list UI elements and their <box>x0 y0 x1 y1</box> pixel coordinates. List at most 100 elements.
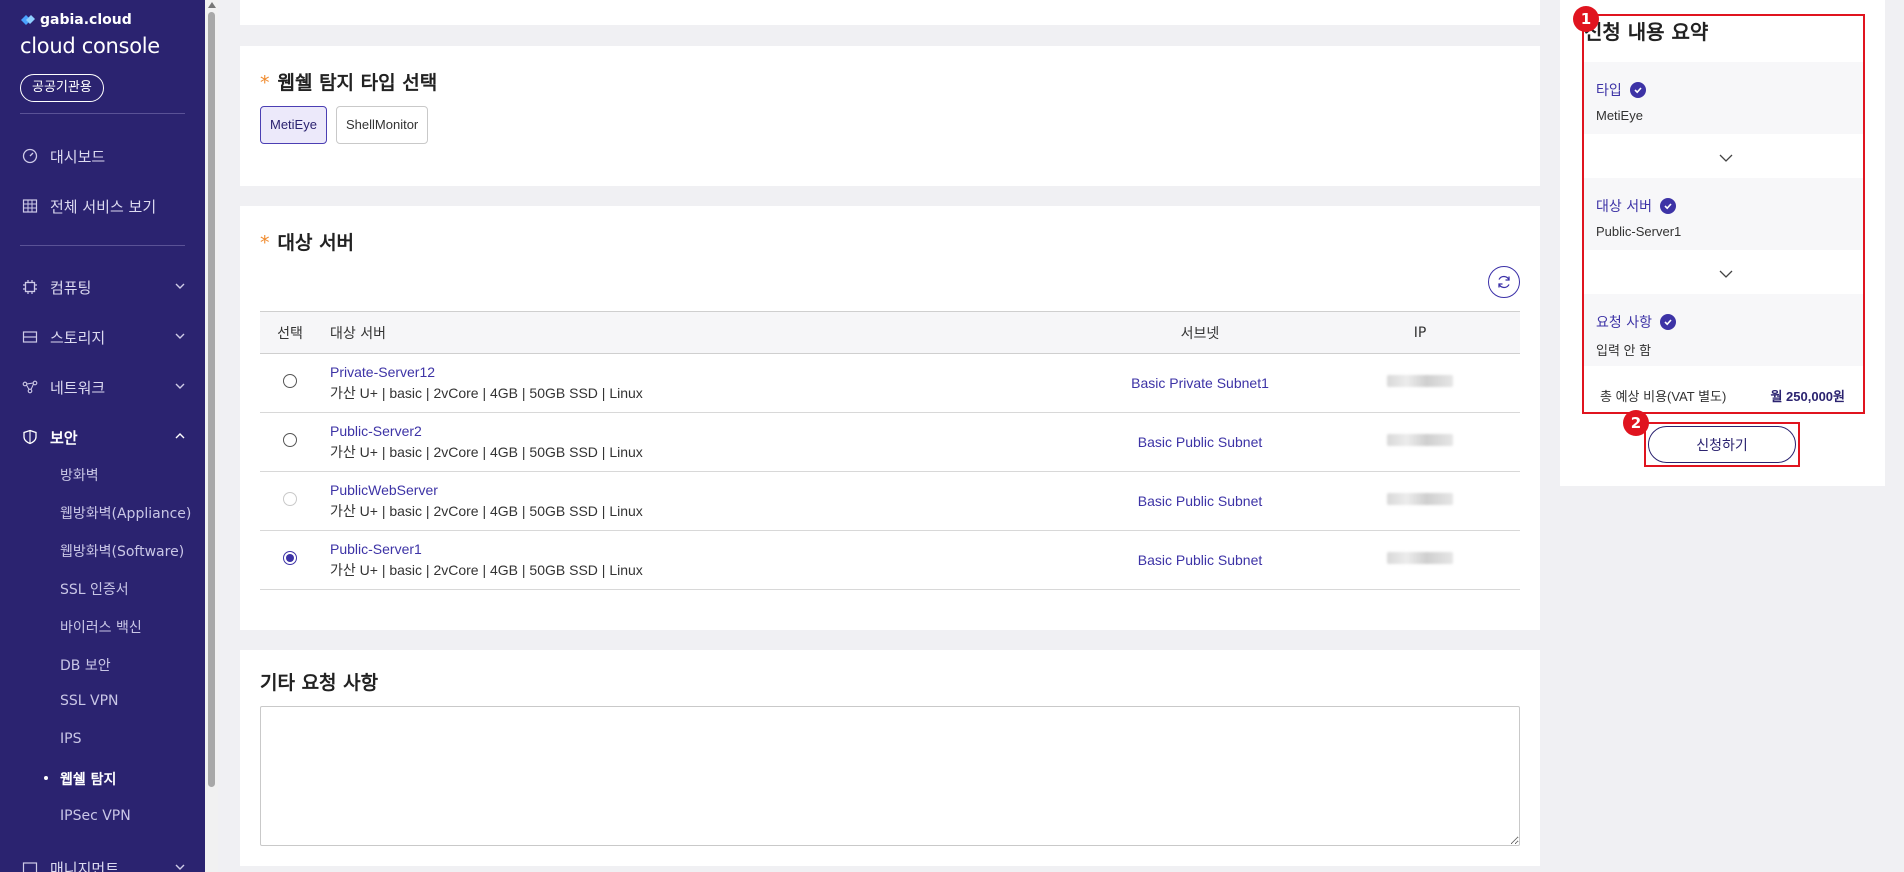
sidebar-item-dashboard[interactable]: 대시보드 <box>22 144 187 168</box>
section-title: * 웹쉘 탐지 타입 선택 <box>260 68 437 95</box>
column-header-subnet: 서브넷 <box>1080 311 1320 354</box>
table-row[interactable]: Public-Server2 가산 U+ | basic | 2vCore | 4… <box>260 412 1520 472</box>
annotation-marker-2: 2 <box>1623 410 1649 436</box>
server-name[interactable]: Public-Server1 <box>330 541 1080 557</box>
chevron-down-icon[interactable] <box>1718 268 1734 280</box>
section-title: 기타 요청 사항 <box>260 672 379 694</box>
sidebar-subitem-firewall[interactable]: 방화벽 <box>60 465 99 485</box>
sidebar-item-management[interactable]: 매니지먼트 <box>22 856 187 872</box>
type-option-metieye[interactable]: MetiEye <box>260 106 327 144</box>
table-row[interactable]: Private-Server12 가산 U+ | basic | 2vCore |… <box>260 353 1520 413</box>
refresh-icon <box>1498 275 1510 289</box>
summary-panel: 신청 내용 요약 타입 MetiEye 대상 서버 Public-Server1… <box>1560 0 1885 486</box>
section-title-text: 대상 서버 <box>277 232 355 254</box>
webshell-type-card: * 웹쉘 탐지 타입 선택 MetiEye ShellMonitor <box>240 46 1540 186</box>
chevron-down-icon <box>175 383 185 389</box>
server-subnet: Basic Public Subnet <box>1137 551 1263 568</box>
server-subnet: Basic Public Subnet <box>1137 492 1263 509</box>
server-table: 선택 대상 서버 서브넷 IP Private-Server12 가산 U+ | … <box>260 311 1520 590</box>
storage-icon <box>22 331 38 343</box>
sidebar-divider <box>20 113 185 114</box>
network-icon <box>22 380 38 394</box>
ip-redacted <box>1387 552 1453 564</box>
sidebar-subitem-antivirus[interactable]: 바이러스 백신 <box>60 617 142 637</box>
other-requests-card: 기타 요청 사항 <box>240 650 1540 866</box>
annotation-marker-1: 1 <box>1573 6 1599 32</box>
sidebar-subitem-db-security[interactable]: DB 보안 <box>60 655 111 675</box>
grid-icon <box>22 199 38 213</box>
ip-redacted <box>1387 493 1453 505</box>
sidebar-item-label: 전체 서비스 보기 <box>50 197 157 216</box>
scroll-thumb[interactable] <box>208 12 215 787</box>
apply-button[interactable]: 신청하기 <box>1648 426 1796 463</box>
sidebar-item-security[interactable]: 보안 <box>22 425 187 449</box>
chevron-down-icon[interactable] <box>1718 152 1734 164</box>
column-header-ip: IP <box>1320 311 1520 354</box>
sidebar-item-label: 대시보드 <box>50 147 106 166</box>
sidebar-subitem-ips[interactable]: IPS <box>60 731 81 747</box>
table-row: PublicWebServer 가산 U+ | basic | 2vCore | … <box>260 471 1520 531</box>
sidebar-item-computing[interactable]: 컴퓨팅 <box>22 275 187 299</box>
sidebar-item-label: 네트워크 <box>50 378 106 397</box>
sidebar-subitem-ipsec-vpn[interactable]: IPSec VPN <box>60 808 131 824</box>
sidebar-subitem-ssl-cert[interactable]: SSL 인증서 <box>60 579 129 599</box>
server-radio[interactable] <box>283 433 297 447</box>
scroll-up-arrow-icon[interactable] <box>208 2 216 8</box>
brand-title: cloud console <box>20 34 160 58</box>
summary-value: MetiEye <box>1596 108 1643 123</box>
previous-section-card <box>240 0 1540 25</box>
sidebar-item-all-services[interactable]: 전체 서비스 보기 <box>22 194 187 218</box>
summary-title: 신청 내용 요약 <box>1584 20 1709 44</box>
sidebar-item-network[interactable]: 네트워크 <box>22 375 187 399</box>
sidebar-item-label: 매니지먼트 <box>50 859 120 872</box>
chevron-down-icon <box>175 864 185 870</box>
sidebar-subitem-ssl-vpn[interactable]: SSL VPN <box>60 693 119 709</box>
refresh-button[interactable] <box>1488 266 1520 298</box>
ip-redacted <box>1387 375 1453 387</box>
type-option-shellmonitor[interactable]: ShellMonitor <box>336 106 429 144</box>
server-subnet: Basic Private Subnet1 <box>1131 374 1269 391</box>
brand-logo[interactable]: gabia.cloud <box>20 12 132 28</box>
chevron-down-icon <box>175 283 185 289</box>
public-badge[interactable]: 공공기관용 <box>20 74 104 102</box>
server-spec: 가산 U+ | basic | 2vCore | 4GB | 50GB SSD … <box>330 384 643 401</box>
shield-icon <box>23 429 37 445</box>
server-radio <box>283 492 297 506</box>
check-icon <box>1659 314 1676 330</box>
estimated-cost-label: 총 예상 비용(VAT 별도) <box>1600 389 1727 404</box>
server-name[interactable]: Private-Server12 <box>330 364 1080 380</box>
server-radio[interactable] <box>283 551 297 565</box>
server-subnet: Basic Public Subnet <box>1137 433 1263 450</box>
section-title-text: 웹쉘 탐지 타입 선택 <box>277 72 438 94</box>
chevron-up-icon <box>175 433 185 439</box>
summary-section-server: 대상 서버 Public-Server1 <box>1584 178 1863 250</box>
sidebar-item-storage[interactable]: 스토리지 <box>22 325 187 349</box>
summary-label: 타입 <box>1596 83 1622 99</box>
column-header-select: 선택 <box>260 311 320 354</box>
server-radio[interactable] <box>283 374 297 388</box>
summary-value: Public-Server1 <box>1596 224 1682 239</box>
management-icon <box>22 862 38 872</box>
server-spec: 가산 U+ | basic | 2vCore | 4GB | 50GB SSD … <box>330 561 643 578</box>
apply-highlight-box: 신청하기 <box>1644 422 1800 467</box>
check-icon <box>1659 198 1676 214</box>
server-spec: 가산 U+ | basic | 2vCore | 4GB | 50GB SSD … <box>330 443 643 460</box>
table-row[interactable]: Public-Server1 가산 U+ | basic | 2vCore | 4… <box>260 530 1520 590</box>
estimated-cost-value: 월 250,000원 <box>1770 389 1845 404</box>
sidebar-item-label: 스토리지 <box>50 328 106 347</box>
sidebar-subitem-waf-software[interactable]: 웹방화벽(Software) <box>60 541 184 561</box>
summary-label: 대상 서버 <box>1596 199 1652 215</box>
sidebar: gabia.cloud cloud console 공공기관용 대시보드 전체 … <box>0 0 205 872</box>
server-name[interactable]: Public-Server2 <box>330 423 1080 439</box>
sidebar-subitem-webshell[interactable]: 웹쉘 탐지 <box>43 769 116 789</box>
sidebar-item-label: 보안 <box>50 428 78 447</box>
ip-redacted <box>1387 434 1453 446</box>
dashboard-icon <box>22 148 38 164</box>
sidebar-divider <box>20 245 185 246</box>
sidebar-subitem-waf-appliance[interactable]: 웹방화벽(Appliance) <box>60 503 191 523</box>
request-textarea[interactable] <box>260 706 1520 846</box>
chip-icon <box>23 280 37 294</box>
page-scrollbar[interactable] <box>205 0 218 872</box>
brand-small-text: gabia.cloud <box>40 12 132 28</box>
check-icon <box>1629 82 1646 98</box>
